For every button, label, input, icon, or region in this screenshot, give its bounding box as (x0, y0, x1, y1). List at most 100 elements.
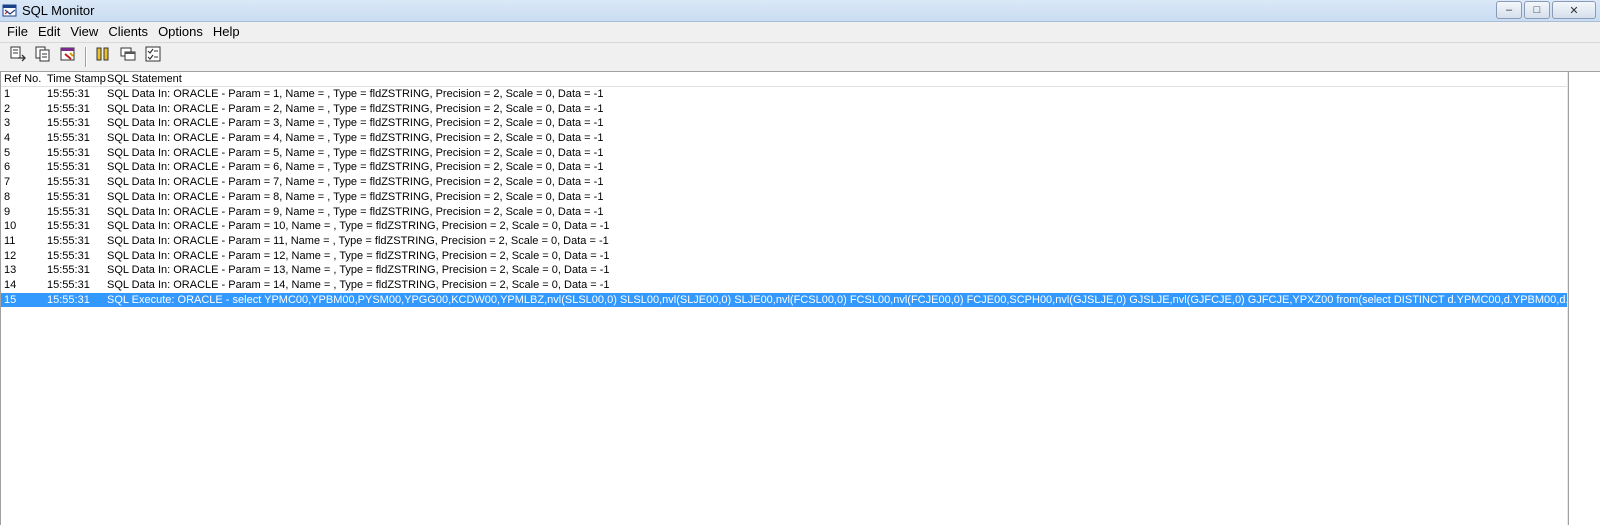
menu-bar: File Edit View Clients Options Help (0, 22, 1600, 41)
table-row[interactable]: 12 15:55:31 SQL Data In: ORACLE - Param = … (1, 249, 1569, 264)
cell-ref-no: 1 (4, 88, 11, 100)
table-row[interactable]: 13 15:55:31 SQL Data In: ORACLE - Param = … (1, 263, 1569, 278)
cell-ref-no: 8 (4, 190, 11, 203)
close-icon: ✕ (1569, 4, 1579, 17)
cell-ref-no: 10 (4, 220, 17, 233)
cell-sql-statement: SQL Data In: ORACLE - Param = 4, Name = … (107, 132, 604, 145)
minimize-icon: – (1505, 4, 1513, 16)
app-icon (2, 3, 18, 19)
menu-view-label: View (70, 24, 99, 39)
table-row[interactable]: 2 15:55:31 SQL Data In: ORACLE - Param = 2… (1, 102, 1569, 117)
cell-time-stamp: 15:55:31 (47, 220, 90, 233)
table-row[interactable]: 6 15:55:31 SQL Data In: ORACLE - Param = 6… (1, 160, 1569, 175)
menu-help[interactable]: Help (208, 24, 245, 39)
cell-ref-no: 6 (4, 161, 11, 174)
options-button[interactable] (141, 46, 165, 68)
column-header-sql-statement[interactable]: SQL Statement (107, 73, 182, 85)
cell-sql-statement: SQL Data In: ORACLE - Param = 5, Name = … (107, 146, 604, 159)
table-row[interactable]: 10 15:55:31 SQL Data In: ORACLE - Param = … (1, 219, 1569, 234)
cell-sql-statement: SQL Data In: ORACLE - Param = 11, Name =… (107, 234, 609, 247)
menu-help-label: Help (212, 24, 240, 39)
column-header-time-stamp[interactable]: Time Stamp (47, 73, 106, 85)
maximize-icon: □ (1533, 4, 1541, 16)
cell-time-stamp: 15:55:31 (47, 234, 90, 247)
cell-time-stamp: 15:55:31 (47, 293, 90, 306)
menu-file-label: File (7, 24, 28, 39)
sql-monitor-window: SQL Monitor – □ ✕ File Edit View Clients… (0, 0, 1600, 525)
cell-sql-statement: SQL Data In: ORACLE - Param = 6, Name = … (107, 161, 604, 174)
menu-edit-label: Edit (37, 24, 61, 39)
cell-sql-statement: SQL Data In: ORACLE - Param = 2, Name = … (107, 102, 604, 115)
cell-time-stamp: 15:55:31 (47, 132, 90, 145)
cell-ref-no: 14 (4, 278, 17, 291)
menu-edit[interactable]: Edit (33, 24, 65, 39)
copy-icon (34, 45, 52, 68)
cell-ref-no: 12 (4, 249, 17, 262)
clients-button[interactable] (116, 46, 140, 68)
cell-sql-statement: SQL Data In: ORACLE - Param = 7, Name = … (107, 176, 604, 189)
menu-file[interactable]: File (2, 24, 33, 39)
cell-sql-statement: SQL Data In: ORACLE - Param = 12, Name =… (107, 249, 610, 262)
cell-sql-statement: SQL Data In: ORACLE - Param = 3, Name = … (107, 117, 604, 130)
pause-icon (94, 45, 112, 68)
cell-sql-statement: SQL Data In: ORACLE - Param = 10, Name =… (107, 220, 610, 233)
cell-time-stamp: 15:55:31 (47, 117, 90, 130)
pause-button[interactable] (91, 46, 115, 68)
clients-icon (119, 45, 137, 68)
toolbar (0, 42, 1600, 70)
minimize-button[interactable]: – (1496, 1, 1522, 19)
copy-button[interactable] (31, 46, 55, 68)
cell-sql-statement: SQL Execute: ORACLE - select YPMC00,YPBM… (107, 293, 1567, 306)
options-checklist-icon (144, 45, 162, 68)
menu-options-label: Options (158, 24, 203, 39)
table-row[interactable]: 14 15:55:31 SQL Data In: ORACLE - Param = … (1, 278, 1569, 293)
clear-log-button[interactable] (56, 46, 80, 68)
menu-clients-label: Clients (108, 24, 149, 39)
table-row[interactable]: 11 15:55:31 SQL Data In: ORACLE - Param = … (1, 234, 1569, 249)
close-button[interactable]: ✕ (1552, 1, 1596, 19)
menu-options[interactable]: Options (153, 24, 208, 39)
cell-time-stamp: 15:55:31 (47, 102, 90, 115)
export-button[interactable] (6, 46, 30, 68)
column-header-ref-no[interactable]: Ref No. (4, 73, 41, 85)
table-row[interactable]: 3 15:55:31 SQL Data In: ORACLE - Param = 3… (1, 116, 1569, 131)
maximize-button[interactable]: □ (1524, 1, 1550, 19)
table-row[interactable]: 9 15:55:31 SQL Data In: ORACLE - Param = 9… (1, 205, 1569, 220)
cell-sql-statement: SQL Data In: ORACLE - Param = 8, Name = … (107, 190, 604, 203)
cell-ref-no: 15 (4, 293, 17, 306)
scrollbar-border (1568, 72, 1569, 525)
cell-time-stamp: 15:55:31 (47, 176, 90, 189)
cell-time-stamp: 15:55:31 (47, 278, 90, 291)
cell-ref-no: 7 (4, 176, 11, 189)
sql-log-list[interactable]: Ref No. Time Stamp SQL Statement 1 15:55:… (0, 71, 1600, 525)
title-bar[interactable]: SQL Monitor – □ ✕ (0, 0, 1600, 22)
cell-sql-statement: SQL Data In: ORACLE - Param = 14, Name =… (107, 278, 610, 291)
menu-clients[interactable]: Clients (103, 24, 153, 39)
cell-ref-no: 9 (4, 205, 11, 218)
cell-ref-no: 4 (4, 132, 11, 145)
list-header: Ref No. Time Stamp SQL Statement (1, 72, 1600, 87)
cell-ref-no: 13 (4, 264, 17, 277)
list-rows: 1 15:55:31 SQL Data In: ORACLE - Param = 1… (1, 87, 1569, 308)
table-row[interactable]: 15 15:55:31 SQL Execute: ORACLE - select Y… (1, 292, 1569, 308)
window-title: SQL Monitor (22, 3, 95, 18)
cell-time-stamp: 15:55:31 (47, 264, 90, 277)
menu-view[interactable]: View (65, 24, 103, 39)
toolbar-separator (85, 46, 87, 67)
table-row[interactable]: 1 15:55:31 SQL Data In: ORACLE - Param = 1… (1, 87, 1569, 102)
export-icon (9, 45, 27, 68)
cell-time-stamp: 15:55:31 (47, 190, 90, 203)
cell-time-stamp: 15:55:31 (47, 249, 90, 262)
window-controls: – □ ✕ (1494, 1, 1596, 19)
cell-ref-no: 5 (4, 146, 11, 159)
table-row[interactable]: 5 15:55:31 SQL Data In: ORACLE - Param = 5… (1, 146, 1569, 161)
cell-time-stamp: 15:55:31 (47, 88, 90, 100)
clear-log-icon (59, 45, 77, 68)
table-row[interactable]: 4 15:55:31 SQL Data In: ORACLE - Param = 4… (1, 131, 1569, 146)
vertical-scrollbar[interactable] (1567, 72, 1600, 525)
table-row[interactable]: 8 15:55:31 SQL Data In: ORACLE - Param = 8… (1, 190, 1569, 205)
table-row[interactable]: 7 15:55:31 SQL Data In: ORACLE - Param = 7… (1, 175, 1569, 190)
cell-time-stamp: 15:55:31 (47, 161, 90, 174)
cell-time-stamp: 15:55:31 (47, 146, 90, 159)
cell-sql-statement: SQL Data In: ORACLE - Param = 13, Name =… (107, 264, 610, 277)
